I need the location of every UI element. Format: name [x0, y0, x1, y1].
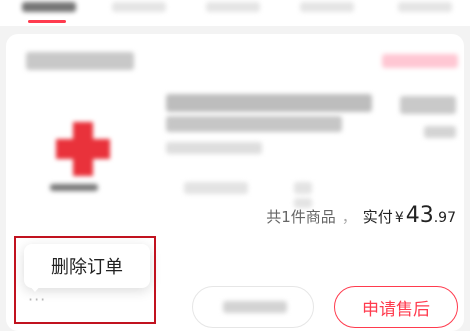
item-count: 共1件商品 — [266, 208, 336, 226]
tab-5[interactable] — [398, 0, 452, 22]
tab-label-blurred — [206, 2, 260, 12]
unit-price-blurred — [400, 96, 456, 114]
paid-amount-decimal: .97 — [433, 210, 456, 226]
product-spec-blurred — [166, 142, 262, 154]
tab-2[interactable] — [112, 0, 166, 22]
paid-label: 实付 — [362, 208, 393, 226]
shop-name-blurred[interactable] — [26, 52, 134, 70]
active-tab-indicator — [28, 20, 66, 23]
tab-all[interactable] — [22, 0, 76, 22]
product-extra-info-blurred — [184, 182, 248, 194]
tab-3[interactable] — [206, 0, 260, 22]
product-image-caption-blurred — [50, 184, 98, 191]
product-extra-info-blurred — [294, 182, 312, 194]
button-label-blurred — [223, 301, 287, 313]
order-status-blurred — [382, 54, 458, 68]
product-image[interactable] — [56, 122, 110, 176]
apply-after-sale-button[interactable]: 申请售后 — [334, 286, 458, 328]
highlight-box — [14, 236, 156, 324]
tab-label-blurred — [398, 2, 452, 12]
tab-label-blurred — [300, 2, 354, 12]
product-title-line2-blurred[interactable] — [166, 116, 342, 132]
summary-separator: ， — [341, 208, 357, 226]
order-tab-bar — [0, 0, 470, 26]
paid-amount-integer: 43 — [405, 203, 434, 228]
product-title-blurred[interactable] — [166, 94, 372, 112]
currency-symbol: ¥ — [394, 210, 404, 226]
tab-label-blurred — [22, 2, 76, 12]
tab-4[interactable] — [300, 0, 354, 22]
order-summary: 共1件商品 ， 实付 ¥ 43 .97 — [266, 203, 456, 228]
quantity-blurred — [424, 126, 456, 138]
tab-label-blurred — [112, 2, 166, 12]
secondary-action-button[interactable] — [192, 286, 314, 328]
